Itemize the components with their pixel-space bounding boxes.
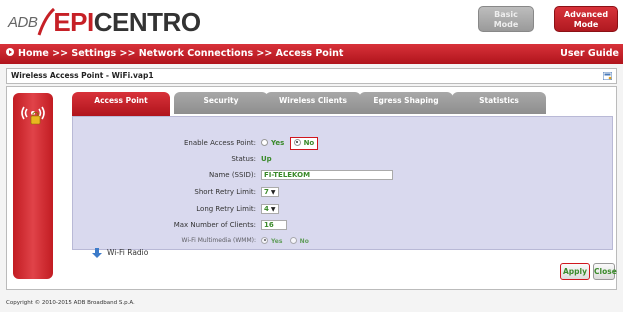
- play-circle-icon: [6, 48, 14, 56]
- close-button[interactable]: Close: [593, 263, 617, 280]
- section-title: Wireless Access Point - WiFi.vap1: [11, 71, 154, 80]
- form-area: Enable Access Point: Yes No Status: Up N…: [72, 116, 613, 250]
- max-clients-row: Max Number of Clients: 16: [73, 219, 614, 231]
- footer-copyright: Copyright © 2010-2015 ADB Broadband S.p.…: [6, 300, 135, 306]
- max-clients-input[interactable]: 16: [261, 220, 287, 230]
- logo-prefix: ADB: [8, 13, 38, 31]
- status-row: Status: Up: [73, 153, 614, 165]
- enable-ap-yes-radio[interactable]: [261, 138, 268, 146]
- short-retry-row: Short Retry Limit: 7 ▼: [73, 186, 614, 198]
- arrow-down-icon: [92, 247, 102, 258]
- short-retry-container: 7 ▼: [261, 186, 279, 198]
- long-retry-value: 4: [264, 205, 269, 213]
- logo: ADB EPI CENTRO: [8, 4, 201, 40]
- wmm-no-label[interactable]: No: [300, 238, 309, 245]
- enable-ap-no-label[interactable]: No: [304, 139, 315, 147]
- basic-mode-label-2: Mode: [493, 20, 519, 29]
- short-retry-label: Short Retry Limit:: [194, 188, 256, 196]
- wifi-radio-label[interactable]: Wi-Fi Radio: [107, 248, 148, 257]
- ssid-container: FI-TELEKOM: [261, 169, 393, 181]
- logo-swoosh-icon: [37, 7, 56, 36]
- enable-ap-row: Enable Access Point: Yes No: [73, 137, 614, 150]
- enable-ap-options: Yes No: [261, 137, 319, 150]
- tab-wireless-clients[interactable]: Wireless Clients: [265, 92, 361, 114]
- user-guide-link[interactable]: User Guide: [560, 44, 619, 64]
- long-retry-label: Long Retry Limit:: [196, 205, 256, 213]
- tab-statistics[interactable]: Statistics: [452, 92, 546, 114]
- status-label: Status:: [231, 155, 256, 163]
- ssid-input[interactable]: FI-TELEKOM: [261, 170, 393, 180]
- status-value: Up: [261, 155, 272, 163]
- apply-button[interactable]: Apply: [560, 263, 590, 280]
- page: ADB EPI CENTRO Basic Mode Advanced Mode …: [0, 0, 623, 312]
- chevron-down-icon: ▼: [270, 206, 276, 213]
- long-retry-row: Long Retry Limit: 4 ▼: [73, 203, 614, 215]
- advanced-mode-label-2: Mode: [573, 20, 599, 29]
- logo-name-dark: CENTRO: [93, 6, 201, 37]
- wifi-radio-link[interactable]: Wi-Fi Radio: [91, 247, 148, 259]
- tab-egress-shaping[interactable]: Egress Shaping: [359, 92, 453, 114]
- help-icon[interactable]: [603, 72, 612, 80]
- wmm-yes-label[interactable]: Yes: [271, 238, 282, 245]
- short-retry-select[interactable]: 7 ▼: [261, 187, 279, 197]
- enable-ap-no-radio[interactable]: [293, 138, 301, 146]
- section-title-bar: Wireless Access Point - WiFi.vap1: [6, 68, 617, 84]
- wmm-yes-radio[interactable]: [261, 236, 268, 244]
- left-strip: [13, 93, 53, 279]
- long-retry-select[interactable]: 4 ▼: [261, 204, 279, 214]
- long-retry-container: 4 ▼: [261, 203, 279, 215]
- logo-name-red: EPI: [53, 6, 94, 37]
- short-retry-value: 7: [264, 188, 269, 196]
- enable-ap-no-highlight: No: [289, 137, 319, 150]
- tab-access-point[interactable]: Access Point: [72, 92, 170, 116]
- header: ADB EPI CENTRO Basic Mode Advanced Mode: [0, 0, 623, 44]
- max-clients-container: 16: [261, 219, 287, 231]
- chevron-down-icon: ▼: [270, 189, 276, 196]
- advanced-mode-button[interactable]: Advanced Mode: [554, 6, 618, 32]
- max-clients-label: Max Number of Clients:: [173, 221, 256, 229]
- enable-ap-label: Enable Access Point:: [184, 139, 256, 147]
- content-panel: Access Point Security Wireless Clients E…: [6, 86, 617, 290]
- navigation-bar: Home >> Settings >> Network Connections …: [0, 44, 623, 64]
- wifi-lock-icon: [21, 106, 45, 125]
- wmm-no-radio[interactable]: [289, 236, 297, 244]
- tab-security[interactable]: Security: [174, 92, 268, 114]
- basic-mode-label-1: Basic: [494, 10, 518, 19]
- wmm-label: Wi-Fi Multimedia (WMM):: [181, 237, 256, 244]
- wmm-options: Yes No: [261, 235, 309, 248]
- advanced-mode-label-1: Advanced: [563, 10, 609, 19]
- ssid-row: Name (SSID): FI-TELEKOM: [73, 169, 614, 181]
- ssid-label: Name (SSID):: [208, 171, 256, 179]
- breadcrumb[interactable]: Home >> Settings >> Network Connections …: [18, 48, 343, 59]
- enable-ap-yes-label[interactable]: Yes: [271, 139, 284, 147]
- wmm-row: Wi-Fi Multimedia (WMM): Yes No: [73, 235, 614, 247]
- basic-mode-button[interactable]: Basic Mode: [478, 6, 534, 32]
